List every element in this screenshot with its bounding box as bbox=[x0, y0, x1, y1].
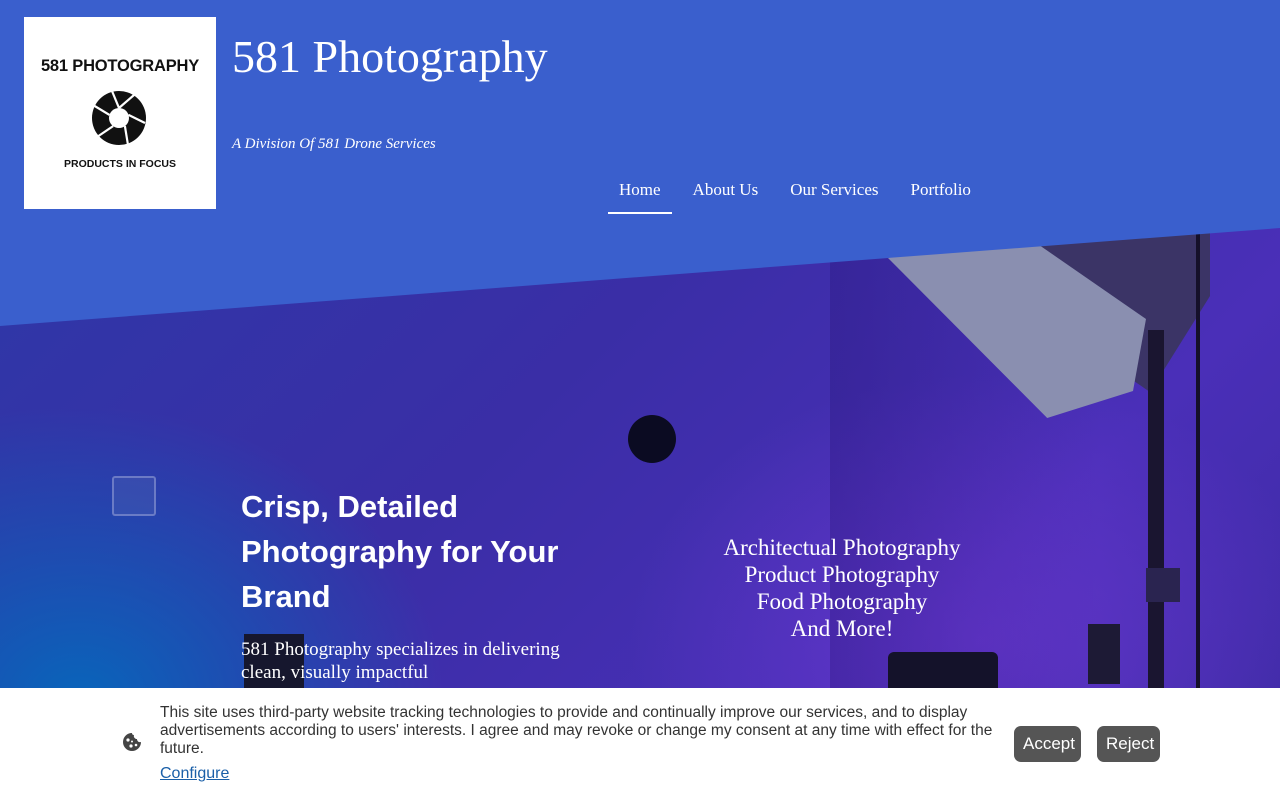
service-item: Product Photography bbox=[744, 562, 940, 587]
site-logo[interactable]: 581 PHOTOGRAPHY PRODUCTS IN FOCUS bbox=[24, 17, 216, 209]
configure-link[interactable]: Configure bbox=[160, 765, 229, 783]
accept-button[interactable]: Accept bbox=[1014, 726, 1081, 762]
logo-subtitle: PRODUCTS IN FOCUS bbox=[63, 158, 176, 170]
hero-camera bbox=[888, 652, 998, 692]
services-list: Architectual Photography Product Photogr… bbox=[700, 534, 984, 642]
service-item: Architectual Photography bbox=[723, 535, 961, 560]
reject-button[interactable]: Reject bbox=[1097, 726, 1160, 762]
nav-item-about-us[interactable]: About Us bbox=[682, 176, 770, 214]
logo-title: 581 PHOTOGRAPHY bbox=[40, 57, 200, 75]
service-item: Food Photography bbox=[756, 589, 928, 614]
nav-item-home[interactable]: Home bbox=[608, 176, 672, 214]
hero-wall-outlet bbox=[112, 476, 156, 516]
service-item: And More! bbox=[790, 616, 894, 641]
cookie-icon bbox=[123, 733, 141, 751]
site-tagline: A Division Of 581 Drone Services bbox=[232, 136, 436, 152]
main-nav: Home About Us Our Services Portfolio bbox=[608, 176, 992, 214]
nav-item-portfolio[interactable]: Portfolio bbox=[899, 176, 981, 214]
nav-item-our-services[interactable]: Our Services bbox=[779, 176, 889, 214]
site-title[interactable]: 581 Photography bbox=[232, 30, 548, 83]
cookie-consent-text: This site uses third-party website track… bbox=[160, 704, 993, 757]
hero-body-text: 581 Photography specializes in deliverin… bbox=[241, 639, 560, 683]
hero-stand-clamp bbox=[1146, 568, 1180, 602]
cookie-banner: This site uses third-party website track… bbox=[0, 688, 1280, 800]
aperture-icon bbox=[92, 90, 146, 146]
hero-wall-dot bbox=[628, 415, 676, 463]
hero-heading: Crisp, Detailed Photography for Your Bra… bbox=[241, 489, 559, 614]
hero-clamp bbox=[1088, 624, 1120, 684]
